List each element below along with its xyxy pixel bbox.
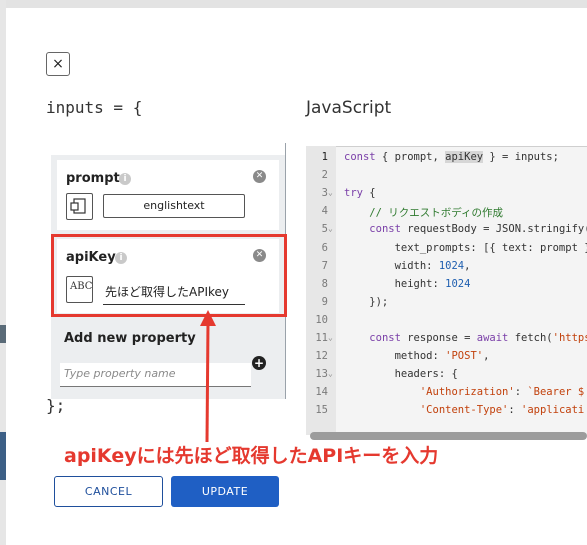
line-number: 6: [321, 241, 328, 254]
code-text: });: [344, 295, 389, 308]
inputs-close-label: };: [46, 396, 66, 415]
inputs-open-label: inputs = {: [46, 98, 143, 117]
fold-chevron-icon[interactable]: ⌄: [328, 369, 333, 378]
code-line[interactable]: 7 width: 1024,: [306, 260, 587, 278]
line-number: 5: [321, 223, 328, 236]
code-line[interactable]: 12 method: 'POST',: [306, 350, 587, 368]
line-number: 10: [315, 313, 328, 326]
property-value-field[interactable]: englishtext: [103, 194, 245, 218]
line-number: 9: [321, 295, 328, 308]
code-text: 'Content-Type': 'applicati: [419, 404, 585, 417]
close-icon: ×: [52, 56, 64, 72]
code-line[interactable]: 5 ⌄ const requestBody = JSON.stringify({: [306, 223, 587, 241]
horizontal-scrollbar[interactable]: [310, 432, 587, 440]
add-property-plus-icon[interactable]: +: [252, 356, 266, 370]
fold-chevron-icon[interactable]: ⌄: [328, 224, 333, 233]
background-fragment: [0, 432, 6, 480]
code-line[interactable]: 4 // リクエストボディの作成: [306, 205, 587, 223]
code-line[interactable]: 9 });: [306, 296, 587, 314]
code-line[interactable]: 2: [306, 169, 587, 187]
fold-chevron-icon[interactable]: ⌄: [328, 333, 333, 342]
background-fragment: [0, 325, 6, 343]
update-button[interactable]: UPDATE: [171, 476, 279, 507]
line-number: 7: [321, 259, 328, 272]
code-text: try {: [344, 187, 376, 200]
code-text: headers: {: [344, 368, 458, 381]
code-line[interactable]: 1 const { prompt, apiKey } = inputs;: [306, 151, 587, 169]
code-text: const requestBody = JSON.stringify({: [369, 223, 587, 236]
code-text: width: 1024,: [344, 259, 471, 272]
annotation-arrow-icon: [200, 310, 216, 443]
background-page-edge: [0, 0, 587, 8]
code-line[interactable]: 13 ⌄ headers: {: [306, 368, 587, 386]
code-line[interactable]: 10: [306, 314, 587, 332]
line-number: 12: [315, 350, 328, 363]
code-line[interactable]: 11⌄ const response = await fetch('https:: [306, 332, 587, 350]
line-number: 11: [315, 332, 328, 344]
line-number: 4: [321, 205, 328, 218]
code-text: const response = await fetch('https:: [369, 332, 587, 344]
code-text: text_prompts: [{ text: prompt }],: [344, 241, 587, 254]
code-text: method: 'POST',: [344, 350, 490, 363]
background-page-strip: [0, 0, 6, 545]
line-number: 8: [321, 277, 328, 290]
close-modal-button[interactable]: ×: [46, 52, 70, 76]
cancel-button[interactable]: CANCEL: [54, 476, 163, 507]
annotation-highlight-box: [51, 234, 287, 317]
line-number: 14: [315, 386, 328, 399]
code-text: 'Authorization': `Bearer $: [419, 386, 585, 399]
line-number: 2: [321, 169, 328, 182]
fold-chevron-icon[interactable]: ⌄: [328, 188, 333, 197]
line-number: 13: [315, 368, 328, 381]
remove-property-icon[interactable]: ✕: [253, 170, 266, 183]
info-icon[interactable]: i: [119, 173, 131, 185]
code-line[interactable]: 15 'Content-Type': 'applicati: [306, 404, 587, 422]
property-card-prompt: prompt i ✕ englishtext: [57, 160, 279, 230]
code-line[interactable]: 3 ⌄ try {: [306, 187, 587, 205]
line-number: 3: [321, 187, 328, 200]
code-line[interactable]: 14 'Authorization': `Bearer $: [306, 386, 587, 404]
code-text: height: 1024: [344, 277, 471, 290]
text-doc-icon[interactable]: [66, 193, 93, 220]
line-number: 1: [321, 151, 328, 163]
add-property-title: Add new property: [64, 331, 196, 346]
code-line[interactable]: 8 height: 1024: [306, 278, 587, 296]
annotation-text: apiKeyには先ほど取得したAPIキーを入力: [64, 445, 439, 467]
line-number: 15: [315, 404, 328, 417]
property-name: prompt: [66, 171, 120, 186]
code-line[interactable]: 6 text_prompts: [{ text: prompt }],: [306, 242, 587, 260]
code-text: // リクエストボディの作成: [369, 207, 504, 220]
code-text: const { prompt, apiKey } = inputs;: [344, 151, 559, 163]
javascript-title: JavaScript: [306, 98, 392, 118]
